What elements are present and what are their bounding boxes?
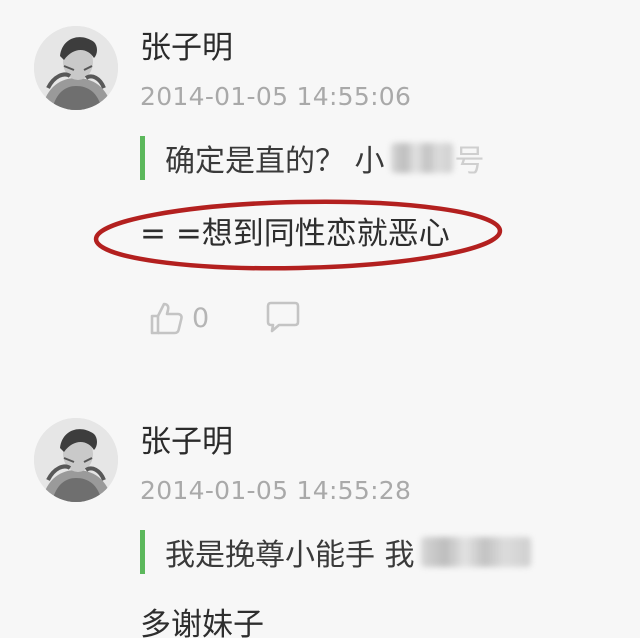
quote-bar: [140, 136, 145, 180]
comment-actions: 0: [148, 298, 301, 338]
comment-list: 张子明 2014-01-05 14:55:06 确定是直的？ 小 号 = =想到…: [0, 0, 640, 638]
quoted-comment: 确定是直的？ 小 号: [140, 136, 485, 180]
avatar[interactable]: [34, 418, 118, 502]
avatar[interactable]: [34, 26, 118, 110]
blurred-username: [390, 143, 453, 173]
quoted-comment: 我是挽尊小能手 我: [140, 530, 531, 574]
comment-timestamp: 2014-01-05 14:55:06: [140, 82, 412, 111]
comment-bubble-icon: [266, 301, 300, 333]
reply-text: = =想到同性恋就恶心: [140, 216, 450, 252]
reply-text: 多谢妹子: [140, 607, 264, 638]
thumbs-up-icon: [150, 302, 183, 335]
author-name[interactable]: 张子明: [140, 30, 233, 66]
comment-timestamp: 2014-01-05 14:55:28: [140, 476, 412, 505]
quoted-text: 我是挽尊小能手 我: [165, 538, 415, 573]
like-count: 0: [192, 302, 210, 334]
blurred-username: [420, 537, 531, 567]
like-button[interactable]: 0: [148, 300, 209, 336]
comment-button[interactable]: [265, 298, 301, 338]
quote-bar: [140, 530, 145, 574]
author-name[interactable]: 张子明: [140, 424, 233, 460]
quoted-text-tail: 号: [454, 144, 485, 179]
avatar-image: [34, 418, 118, 502]
avatar-image: [34, 26, 118, 110]
quoted-text: 确定是直的？ 小: [165, 144, 385, 179]
